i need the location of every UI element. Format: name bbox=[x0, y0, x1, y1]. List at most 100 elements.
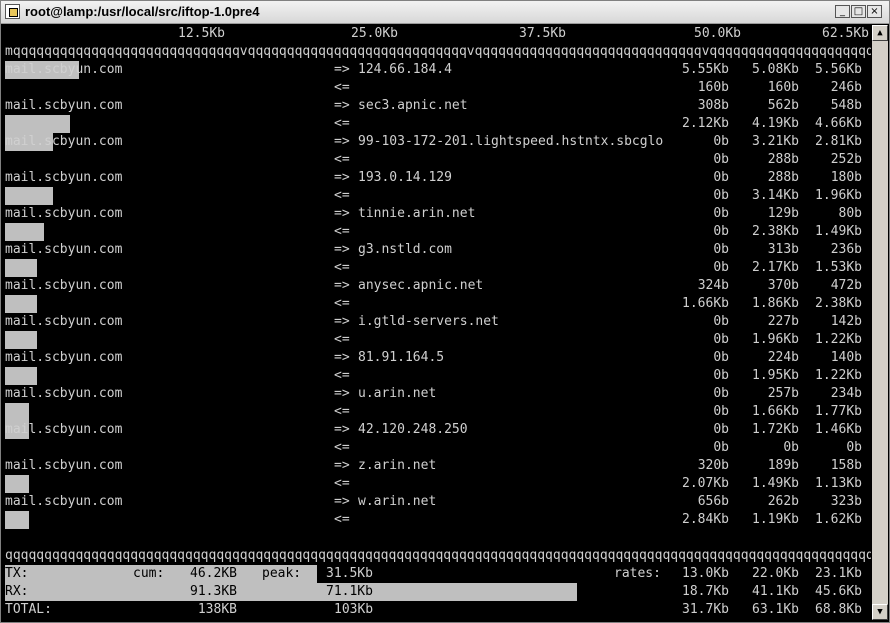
peer-host[interactable]: z.arin.net bbox=[358, 457, 670, 475]
peer-host[interactable]: anysec.apnic.net bbox=[358, 277, 670, 295]
rx-peak-value: 71.1Kb bbox=[326, 584, 373, 599]
scale-label: 12.5Kb bbox=[178, 26, 225, 41]
rx-rate-value: 1.95Kb bbox=[752, 368, 799, 383]
rx-rate-value: 0b bbox=[713, 440, 729, 455]
peer-host[interactable]: 124.66.184.4 bbox=[358, 61, 670, 79]
peer-host[interactable]: 42.120.248.250 bbox=[358, 421, 670, 439]
terminal-screen[interactable]: 12.5Kb 25.0Kb 37.5Kb 50.0Kb 62.5Kb mqqqq… bbox=[5, 25, 871, 620]
peer-host[interactable]: 99-103-172-201.lightspeed.hstntx.sbcglo bbox=[358, 133, 670, 151]
host-name[interactable]: mail.scbyun.com bbox=[5, 169, 122, 187]
outbound-arrow: => bbox=[334, 314, 350, 329]
inbound-arrow: <= bbox=[334, 80, 350, 95]
rx-rate-value: 0b bbox=[713, 404, 729, 419]
total-peak-value: 103Kb bbox=[334, 602, 374, 617]
inbound-arrow: <= bbox=[334, 188, 350, 203]
rx-total-bar bbox=[5, 583, 577, 601]
rx-rate-value: 1.77Kb bbox=[815, 404, 862, 419]
host-name[interactable]: mail.scbyun.com bbox=[5, 493, 122, 511]
rx-rate-bar bbox=[5, 223, 44, 241]
tx-rate-value: 562b bbox=[767, 98, 799, 113]
tx-rate-value: 234b bbox=[830, 386, 862, 401]
rx-rate-value: 2.38Kb bbox=[815, 296, 862, 311]
host-name[interactable]: mail.scbyun.com bbox=[5, 277, 122, 295]
rx-rate-value: 2.12Kb bbox=[682, 116, 729, 131]
outbound-arrow: => bbox=[334, 494, 350, 509]
host-name[interactable]: mail.scbyun.com bbox=[5, 349, 122, 367]
rx-rate-value: 160b bbox=[697, 80, 729, 95]
tx-rate-value: 0b bbox=[713, 350, 729, 365]
host-name[interactable]: mail.scbyun.com bbox=[5, 97, 122, 115]
tx-rate-value: 224b bbox=[767, 350, 799, 365]
inbound-arrow: <= bbox=[334, 296, 350, 311]
host-name[interactable]: mail.scbyun.com bbox=[5, 241, 122, 259]
inbound-arrow: <= bbox=[334, 224, 350, 239]
peer-host[interactable]: i.gtld-servers.net bbox=[358, 313, 670, 331]
terminal-window: root@lamp:/usr/local/src/iftop-1.0pre4 _… bbox=[0, 0, 890, 623]
peer-host[interactable]: g3.nstld.com bbox=[358, 241, 670, 259]
total-rate-2s: 31.7Kb bbox=[682, 602, 729, 617]
rx-rate-value: 1.96Kb bbox=[752, 332, 799, 347]
rx-rate-value: 0b bbox=[713, 260, 729, 275]
rx-rate-value: 1.49Kb bbox=[752, 476, 799, 491]
tx-peak-value: 31.5Kb bbox=[326, 566, 373, 581]
host-name[interactable]: mail.scbyun.com bbox=[5, 205, 122, 223]
rx-rate-value: 0b bbox=[846, 440, 862, 455]
scale-label: 37.5Kb bbox=[519, 26, 566, 41]
tx-rate-value: 227b bbox=[767, 314, 799, 329]
putty-icon[interactable] bbox=[5, 4, 20, 19]
peer-host[interactable]: u.arin.net bbox=[358, 385, 670, 403]
inbound-arrow: <= bbox=[334, 332, 350, 347]
rx-rate-value: 1.62Kb bbox=[815, 512, 862, 527]
peer-host[interactable]: 81.91.164.5 bbox=[358, 349, 670, 367]
rx-rate-value: 1.96Kb bbox=[815, 188, 862, 203]
rx-rate-bar bbox=[5, 403, 29, 421]
vertical-scrollbar[interactable]: ▲ ▼ bbox=[872, 25, 888, 620]
rx-rate-10s: 41.1Kb bbox=[752, 584, 799, 599]
inbound-arrow: <= bbox=[334, 476, 350, 491]
host-name[interactable]: mail.scbyun.com bbox=[5, 457, 122, 475]
tx-rate-value: 0b bbox=[713, 170, 729, 185]
rx-rate-value: 0b bbox=[713, 152, 729, 167]
inbound-arrow: <= bbox=[334, 116, 350, 131]
tx-rate-value: 5.08Kb bbox=[752, 62, 799, 77]
scroll-down-arrow-icon[interactable]: ▼ bbox=[872, 604, 888, 620]
tx-rate-value: 236b bbox=[830, 242, 862, 257]
rx-rate-value: 0b bbox=[713, 224, 729, 239]
outbound-arrow: => bbox=[334, 386, 350, 401]
rx-rate-value: 2.17Kb bbox=[752, 260, 799, 275]
title-bar[interactable]: root@lamp:/usr/local/src/iftop-1.0pre4 _… bbox=[1, 1, 889, 24]
tx-rate-value: 320b bbox=[697, 458, 729, 473]
host-name[interactable]: mail.scbyun.com bbox=[5, 313, 122, 331]
peer-host[interactable]: w.arin.net bbox=[358, 493, 670, 511]
outbound-arrow: => bbox=[334, 62, 350, 77]
rx-rate-value: 246b bbox=[830, 80, 862, 95]
rx-rate-value: 0b bbox=[713, 332, 729, 347]
rx-rate-value: 3.14Kb bbox=[752, 188, 799, 203]
inbound-arrow: <= bbox=[334, 152, 350, 167]
peer-host[interactable]: 193.0.14.129 bbox=[358, 169, 670, 187]
rx-cum-value: 91.3KB bbox=[190, 584, 237, 599]
minimize-button[interactable]: _ bbox=[835, 5, 850, 18]
scroll-up-arrow-icon[interactable]: ▲ bbox=[872, 25, 888, 41]
peer-host[interactable]: sec3.apnic.net bbox=[358, 97, 670, 115]
maximize-button[interactable]: □ bbox=[851, 5, 866, 18]
host-name[interactable]: mail.scbyun.com bbox=[5, 421, 122, 439]
rx-rate-bar bbox=[5, 367, 37, 385]
rx-rate-bar bbox=[5, 259, 37, 277]
close-button[interactable]: × bbox=[867, 5, 882, 18]
rx-rate-value: 1.49Kb bbox=[815, 224, 862, 239]
tx-rate-value: 323b bbox=[830, 494, 862, 509]
host-name[interactable]: mail.scbyun.com bbox=[5, 61, 122, 79]
rx-rate-value: 4.66Kb bbox=[815, 116, 862, 131]
outbound-arrow: => bbox=[334, 278, 350, 293]
host-name[interactable]: mail.scbyun.com bbox=[5, 385, 122, 403]
inbound-arrow: <= bbox=[334, 512, 350, 527]
outbound-arrow: => bbox=[334, 134, 350, 149]
tx-peak-label: peak: bbox=[262, 566, 302, 581]
inbound-arrow: <= bbox=[334, 440, 350, 455]
host-name[interactable]: mail.scbyun.com bbox=[5, 133, 122, 151]
tx-label: TX: bbox=[5, 566, 29, 581]
peer-host[interactable]: tinnie.arin.net bbox=[358, 205, 670, 223]
tx-rate-value: 0b bbox=[713, 386, 729, 401]
rx-rate-value: 1.13Kb bbox=[815, 476, 862, 491]
